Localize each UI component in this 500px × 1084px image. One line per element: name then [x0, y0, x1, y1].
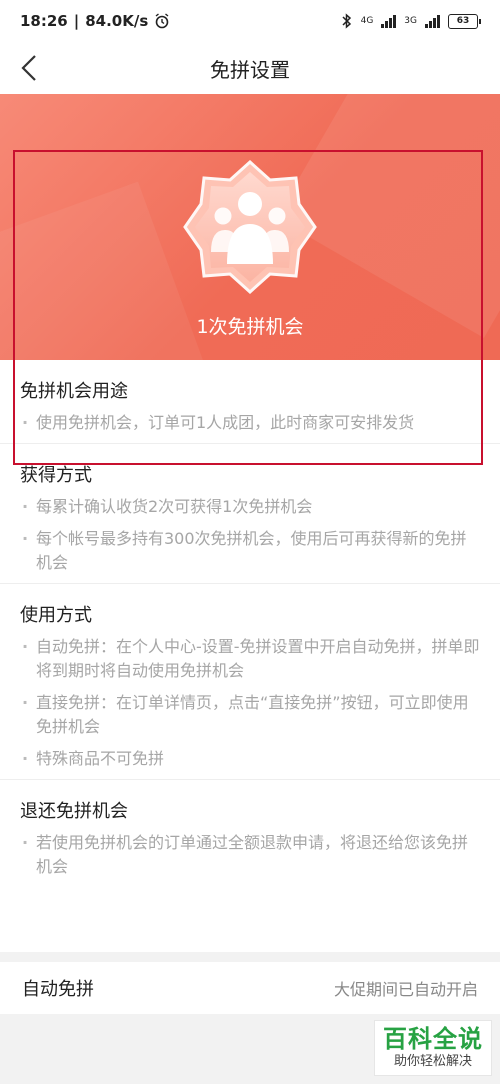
status-time: 18:26 — [20, 12, 68, 30]
auto-free-group-label: 自动免拼 — [22, 979, 94, 1000]
section-title: 获得方式 — [20, 465, 92, 486]
section-title: 退还免拼机会 — [20, 801, 128, 822]
watermark-title: 百科全说 — [383, 1025, 483, 1053]
free-group-banner: 1次免拼机会 — [0, 94, 500, 360]
bluetooth-icon — [342, 13, 351, 29]
auto-free-group-row[interactable]: 自动免拼 大促期间已自动开启 — [0, 962, 500, 1014]
section-how-to-use: 使用方式 自动免拼：在个人中心-设置-免拼设置中开启自动免拼，拼单即将到期时将自… — [0, 584, 500, 780]
section-title: 免拼机会用途 — [20, 381, 128, 402]
section-refund: 退还免拼机会 若使用免拼机会的订单通过全额退款申请，将退还给您该免拼机会 — [0, 780, 500, 879]
list-item: 特殊商品不可免拼 — [20, 747, 480, 771]
sim2-label: 3G — [404, 16, 417, 26]
list-item: 直接免拼：在订单详情页，点击“直接免拼”按钮，可立即使用免拼机会 — [20, 691, 480, 739]
signal-icon — [381, 14, 397, 28]
group-badge-icon — [183, 160, 317, 294]
nav-bar: 免拼设置 — [0, 42, 500, 94]
watermark-subtitle: 助你轻松解决 — [393, 1054, 472, 1069]
auto-free-group-status: 大促期间已自动开启 — [333, 980, 478, 999]
list-item: 若使用免拼机会的订单通过全额退款申请，将退还给您该免拼机会 — [20, 831, 480, 879]
free-group-count: 1次免拼机会 — [196, 316, 304, 338]
battery-icon: 63 — [448, 13, 481, 29]
status-right: 4G 3G 63 — [341, 13, 481, 29]
status-left: 18:26 | 84.0K/s — [20, 12, 170, 30]
watermark-logo: 百科全说 助你轻松解决 — [374, 1020, 492, 1076]
page-title: 免拼设置 — [210, 57, 290, 82]
sim1-label: 4G — [360, 16, 374, 26]
section-usage: 免拼机会用途 使用免拼机会，订单可1人成团，此时商家可安排发货 — [0, 360, 500, 444]
status-separator: | — [73, 12, 80, 30]
list-item: 使用免拼机会，订单可1人成团，此时商家可安排发货 — [20, 411, 480, 435]
alarm-icon — [155, 13, 169, 29]
back-arrow-icon[interactable] — [16, 52, 46, 84]
list-item: 自动免拼：在个人中心-设置-免拼设置中开启自动免拼，拼单即将到期时将自动使用免拼… — [20, 635, 480, 683]
rules-content: 免拼机会用途 使用免拼机会，订单可1人成团，此时商家可安排发货 获得方式 每累计… — [0, 360, 500, 952]
status-bar: 18:26 | 84.0K/s 4G 3G 63 — [0, 0, 500, 42]
status-network-speed: 84.0K/s — [85, 12, 149, 30]
section-obtain: 获得方式 每累计确认收货2次可获得1次免拼机会 每个帐号最多持有300次免拼机会… — [0, 444, 500, 584]
signal-icon — [425, 14, 440, 28]
section-title: 使用方式 — [20, 605, 92, 626]
list-item: 每累计确认收货2次可获得1次免拼机会 — [20, 495, 480, 519]
list-item: 每个帐号最多持有300次免拼机会，使用后可再获得新的免拼机会 — [20, 527, 480, 575]
